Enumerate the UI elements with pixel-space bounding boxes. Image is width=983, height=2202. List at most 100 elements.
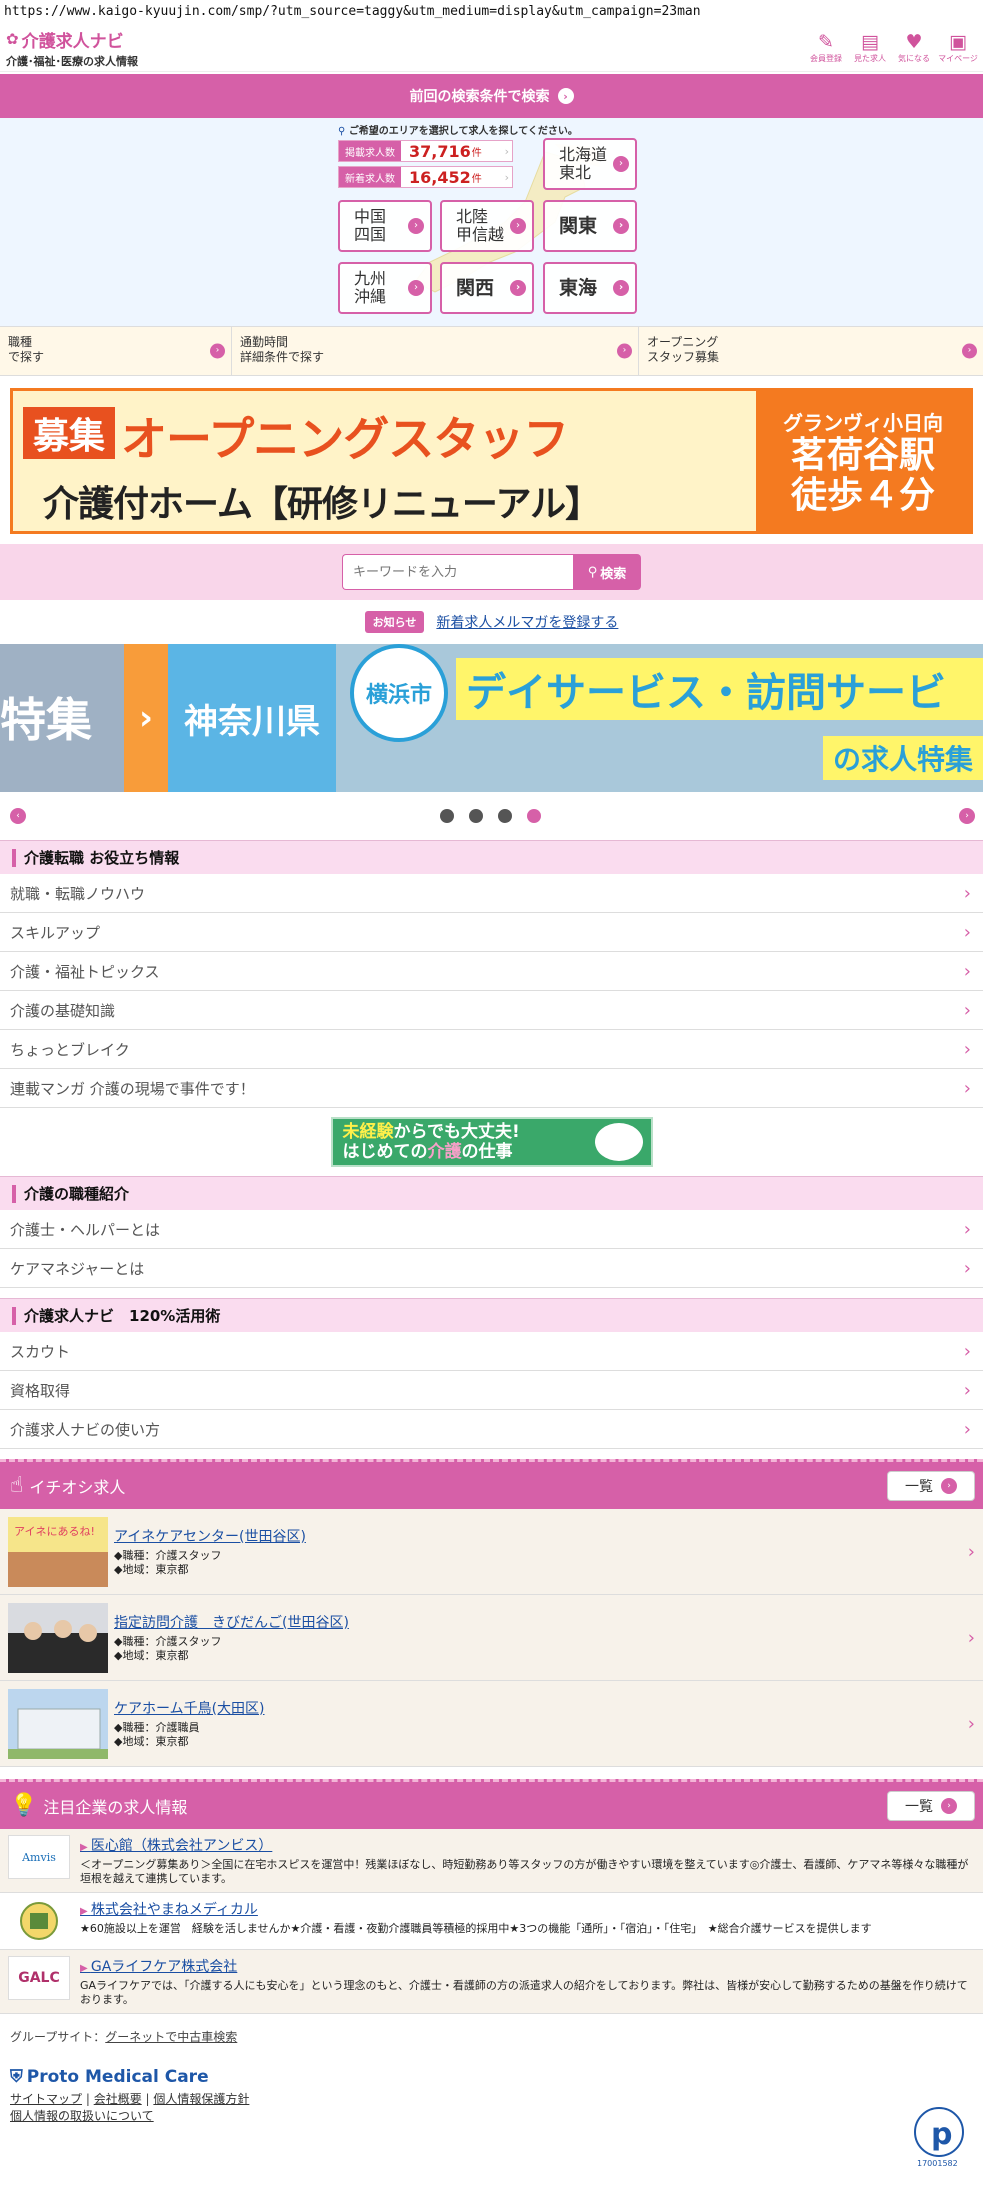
history-icon: ▤ (861, 31, 879, 53)
job-title-link[interactable]: 指定訪問介護 きびだんご(世田谷区) (114, 1612, 349, 1632)
feature-slider[interactable]: 特集 › 神奈川県 デイサービス・訪問サービ 横浜市 の求人特集 (0, 644, 983, 792)
hero-pref: 神奈川県 (168, 644, 336, 792)
list-item[interactable]: 介護・福祉トピックス › (0, 952, 983, 991)
list-item[interactable]: 介護求人ナビの使い方 › (0, 1410, 983, 1449)
previous-search-button[interactable]: 前回の検索条件で検索 › (0, 74, 983, 118)
search-input[interactable] (342, 554, 573, 590)
pickup-more-button[interactable]: 一覧 › (887, 1471, 975, 1501)
privacy-policy-link[interactable]: 個人情報保護方針 (153, 2092, 249, 2106)
region-tokai[interactable]: 東海 › (543, 262, 637, 314)
chevron-right-icon: › (613, 280, 629, 296)
search-button[interactable]: ⚲ 検索 (573, 554, 641, 590)
banner-walk: 徒歩４分 (790, 474, 935, 516)
search-icon: ⚲ (587, 564, 598, 580)
company-info-link[interactable]: 会社概要 (94, 2092, 142, 2106)
filter-by-occupation[interactable]: 職種 で探す › (0, 327, 232, 375)
chevron-right-icon: › (963, 1340, 971, 1362)
list-item[interactable]: ケアマネジャーとは › (0, 1249, 983, 1288)
region-kyushu-okinawa[interactable]: 九州 沖縄 › (338, 262, 432, 314)
job-thumbnail (8, 1688, 108, 1759)
site-logo[interactable]: ✿ 介護求人ナビ 介護･福祉･医療の求人情報 (6, 27, 138, 69)
slider-dot[interactable] (440, 809, 454, 823)
beginner-banner[interactable]: 未経験からでも大丈夫! はじめての介護の仕事 (0, 1108, 983, 1176)
job-card[interactable]: アイネにあるね! アイネケアセンター(世田谷区) ◆職種：介護スタッフ ◆地域：… (0, 1509, 983, 1595)
mypage-icon: ▣ (949, 31, 967, 53)
sitemap-link[interactable]: サイトマップ (10, 2092, 82, 2106)
list-item[interactable]: ちょっとブレイク › (0, 1030, 983, 1069)
region-hokuriku-koshinetsu[interactable]: 北陸 甲信越 › (440, 200, 534, 252)
privacy-mark-icon: p 17001582 (914, 2107, 964, 2168)
slider-dot[interactable] (469, 809, 483, 823)
slider-prev-button[interactable]: ‹ (10, 808, 26, 824)
list-item[interactable]: 介護の基礎知識 › (0, 991, 983, 1030)
list-item[interactable]: スカウト › (0, 1332, 983, 1371)
chevron-right-icon: › (408, 280, 424, 296)
chevron-right-icon: › (613, 156, 629, 172)
region-chugoku-shikoku[interactable]: 中国 四国 › (338, 200, 432, 252)
posted-count: 掲載求人数 37,716 件 › (338, 140, 513, 162)
companies-more-button[interactable]: 一覧 › (887, 1791, 975, 1821)
slider-dot[interactable] (498, 809, 512, 823)
job-card[interactable]: ケアホーム千鳥(大田区) ◆職種：介護職員 ◆地域：東京都 › (0, 1681, 983, 1767)
region-kanto[interactable]: 関東 › (543, 200, 637, 252)
filter-by-commute[interactable]: 通勤時間 詳細条件で探す › (232, 327, 639, 375)
company-item[interactable]: Amvis 医心館（株式会社アンビス） ＜オープニング募集あり＞全国に在宅ホスピ… (0, 1829, 983, 1893)
url-bar[interactable]: https://www.kaigo-kyuujin.com/smp/?utm_s… (0, 0, 983, 24)
chevron-right-icon: › (963, 1038, 971, 1060)
list-item[interactable]: 就職・転職ノウハウ › (0, 874, 983, 913)
viewed-jobs-button[interactable]: ▤ 見た求人 (851, 31, 889, 64)
company-item[interactable]: 株式会社やまねメディカル ★60施設以上を運営 経験を活しませんか★介護・看護・… (0, 1893, 983, 1950)
region-hokkaido-tohoku[interactable]: 北海道 東北 › (543, 138, 637, 190)
list-item[interactable]: 連載マンガ 介護の現場で事件です！ › (0, 1069, 983, 1108)
slider-next-button[interactable]: › (959, 808, 975, 824)
chevron-right-icon: › (941, 1478, 957, 1494)
pmc-logo-icon: ⛨ (10, 2067, 23, 2087)
goo-net-link[interactable]: グーネットで中古車検索 (105, 2030, 237, 2044)
chevron-right-icon: › (963, 1218, 971, 1240)
area-selector: ⚲ ご希望のエリアを選択して求人を探してください。 掲載求人数 37,716 件 … (0, 118, 983, 326)
list-item[interactable]: 介護士・ヘルパーとは › (0, 1210, 983, 1249)
chevron-right-icon: › (963, 1379, 971, 1401)
personal-info-link[interactable]: 個人情報の取扱いについて (10, 2109, 154, 2123)
chevron-right-icon: › (941, 1798, 957, 1814)
company-logo: GALC (8, 1956, 70, 2000)
company-title-link[interactable]: 株式会社やまねメディカル (80, 1902, 258, 1918)
chevron-right-icon: › (963, 960, 971, 982)
company-item[interactable]: GALC GAライフケア株式会社 GAライフケアでは、「介護する人にも安心を」と… (0, 1950, 983, 2014)
slider-dot-active[interactable] (527, 809, 541, 823)
list-item[interactable]: スキルアップ › (0, 913, 983, 952)
company-title-link[interactable]: GAライフケア株式会社 (80, 1959, 237, 1975)
chevron-right-icon: › (963, 882, 971, 904)
newsletter-link[interactable]: 新着求人メルマガを登録する (436, 612, 618, 632)
svg-text:p: p (931, 2117, 952, 2152)
pickup-title: イチオシ求人 (29, 1477, 126, 1497)
job-title-link[interactable]: ケアホーム千鳥(大田区) (114, 1698, 265, 1718)
job-title-link[interactable]: アイネケアセンター(世田谷区) (114, 1526, 306, 1546)
company-logo: Amvis (8, 1835, 70, 1879)
notice-bar: お知らせ 新着求人メルマガを登録する (0, 600, 983, 644)
opening-staff-banner[interactable]: 募集 オープニングスタッフ 介護付ホーム【研修リニューアル】 グランヴィ小日向 … (10, 388, 973, 534)
job-card[interactable]: 指定訪問介護 きびだんご(世田谷区) ◆職種：介護スタッフ ◆地域：東京都 › (0, 1595, 983, 1681)
speech-bubble-icon (594, 1123, 643, 1161)
new-count: 新着求人数 16,452 件 › (338, 166, 513, 188)
list-item[interactable]: 資格取得 › (0, 1371, 983, 1410)
banner-tag: 募集 (23, 407, 116, 459)
companies-header: 💡 注目企業の求人情報 一覧 › (0, 1779, 983, 1829)
mypage-button[interactable]: ▣ マイページ (938, 31, 978, 64)
register-button[interactable]: ✎ 会員登録 (807, 31, 845, 64)
section-title: 介護求人ナビ 120%活用術 (0, 1298, 983, 1332)
job-thumbnail (8, 1602, 108, 1673)
banner-title: オープニングスタッフ (121, 412, 569, 466)
chevron-right-icon: › (504, 170, 509, 184)
pickup-header: ☝ イチオシ求人 一覧 › (0, 1459, 983, 1509)
company-title-link[interactable]: 医心館（株式会社アンビス） (80, 1838, 272, 1854)
chevron-right-icon: › (965, 811, 969, 821)
site-header: ✿ 介護求人ナビ 介護･福祉･医療の求人情報 ✎ 会員登録 ▤ 見た求人 ♥ 気になる … (0, 24, 983, 72)
region-kansai[interactable]: 関西 › (440, 262, 534, 314)
hero-sub: の求人特集 (822, 736, 983, 780)
filter-opening-staff[interactable]: オープニング スタッフ募集 › (639, 327, 983, 375)
slider-pager: ‹ › (0, 792, 983, 840)
chevron-right-icon: › (963, 1257, 971, 1279)
favorites-button[interactable]: ♥ 気になる (895, 31, 933, 64)
flower-logo-icon: ✿ (6, 30, 19, 48)
